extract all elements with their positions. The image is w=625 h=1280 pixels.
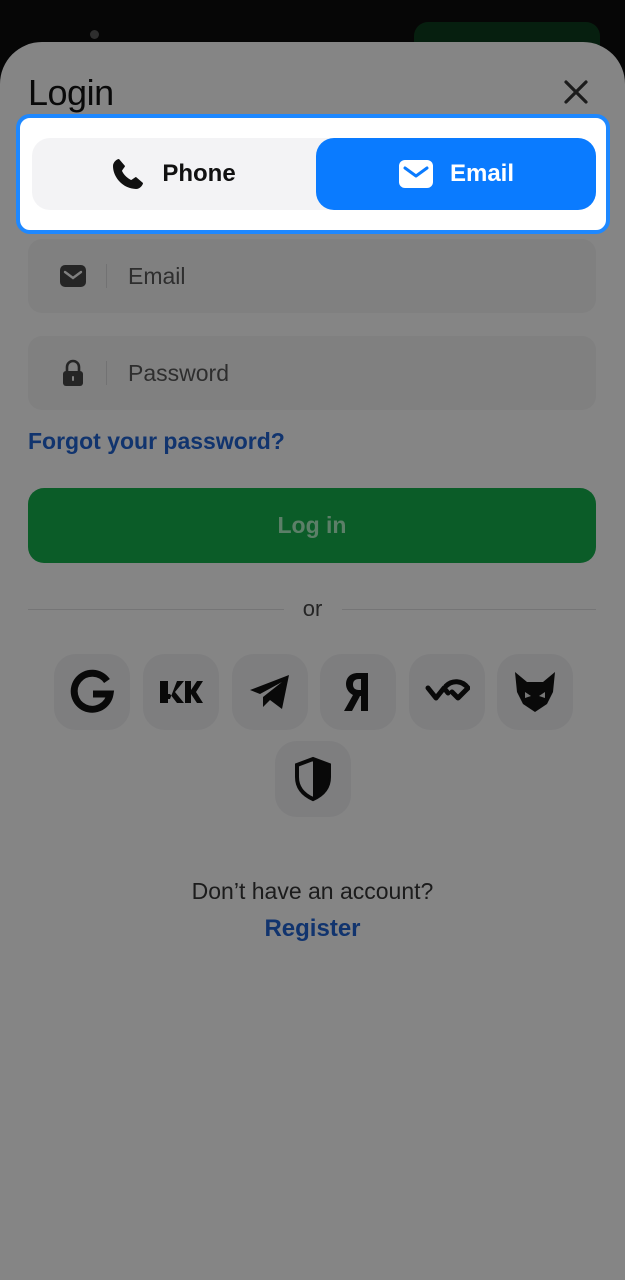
tab-phone-label: Phone bbox=[162, 160, 236, 187]
tab-email-label: Email bbox=[449, 160, 515, 187]
phone-icon bbox=[110, 156, 146, 192]
login-method-highlight: Phone Email bbox=[16, 114, 610, 234]
tab-email[interactable]: Email bbox=[316, 138, 596, 210]
envelope-icon bbox=[398, 159, 434, 189]
tab-phone[interactable]: Phone bbox=[32, 138, 314, 210]
login-method-switch: Phone Email bbox=[32, 138, 596, 210]
